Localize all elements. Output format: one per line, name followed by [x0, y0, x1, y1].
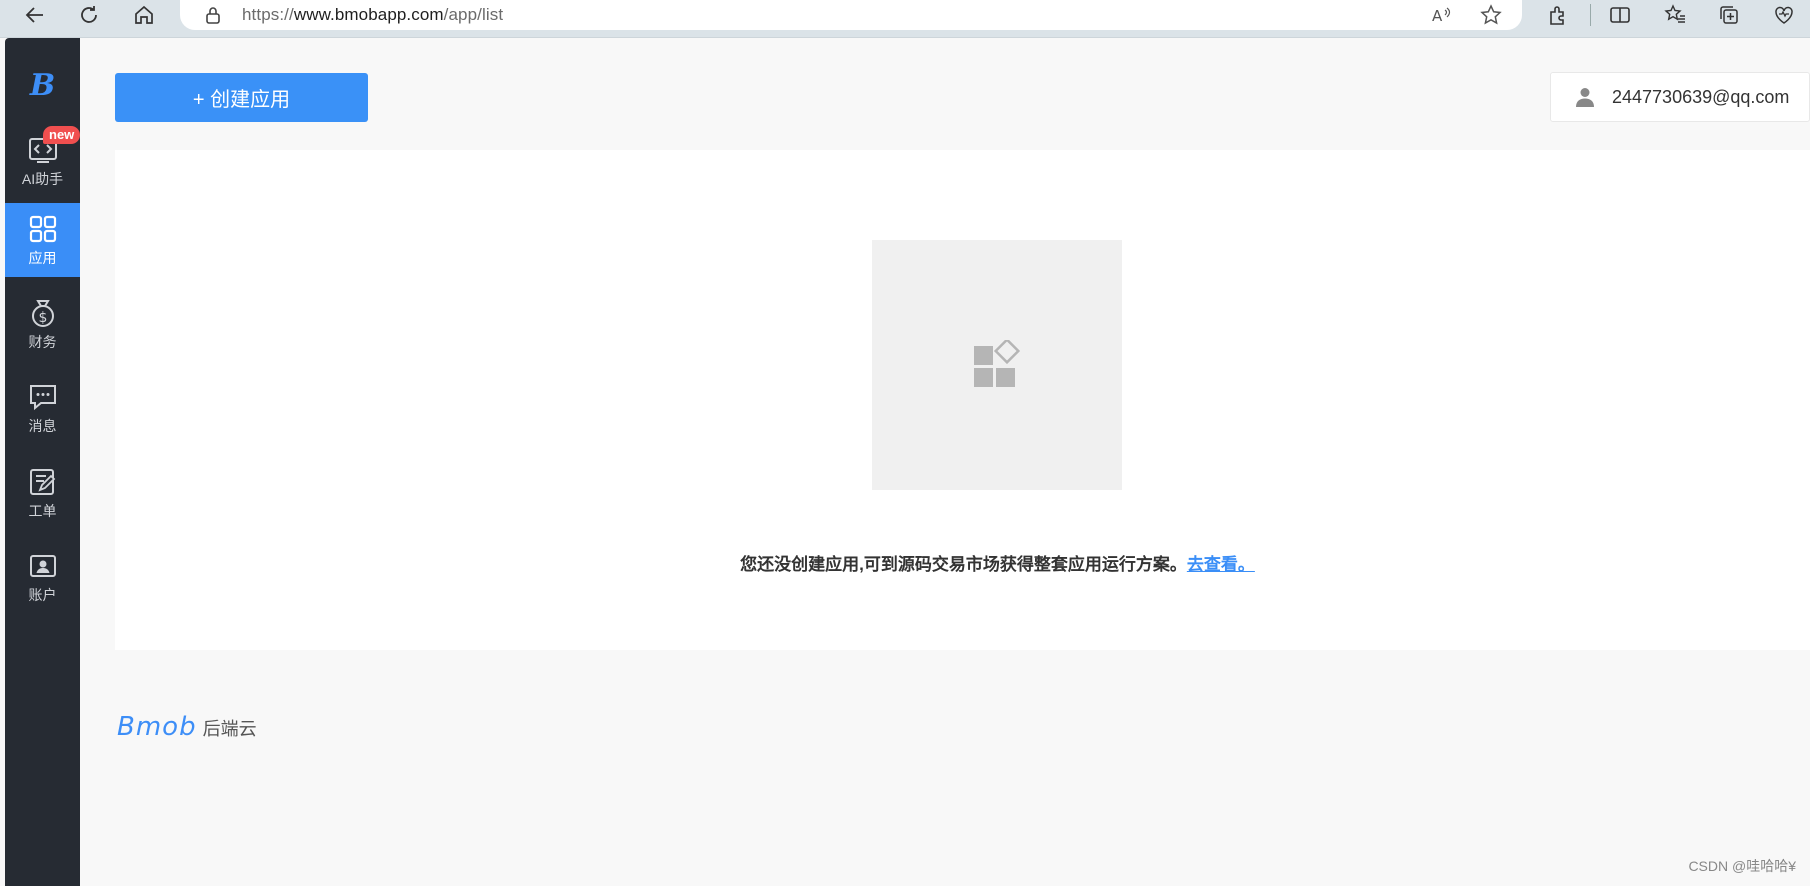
sidebar-item-ai-assistant[interactable]: AI助手 new [5, 124, 81, 198]
new-badge: new [43, 126, 81, 144]
widgets-icon [974, 340, 1021, 387]
sidebar-item-label: 应用 [28, 249, 57, 266]
watermark: CSDN @哇哈哈¥ [1688, 858, 1796, 874]
app-list-panel: 您还没创建应用,可到源码交易市场获得整套应用运行方案。去查看。 [115, 150, 1810, 650]
url-text[interactable]: https://www.bmobapp.com/app/list [242, 5, 503, 25]
browser-toolbar: https://www.bmobapp.com/app/list A [0, 0, 1810, 38]
user-email: 2447730639@qq.com [1612, 86, 1790, 107]
user-icon [1576, 88, 1594, 107]
sidebar-item-label: 消息 [28, 417, 57, 434]
home-icon[interactable] [125, 0, 163, 30]
sidebar-item-finance[interactable]: $ 财务 [5, 287, 80, 361]
svg-text:$: $ [38, 310, 47, 326]
create-app-button[interactable]: + 创建应用 [115, 73, 368, 122]
svg-text:A: A [1432, 7, 1443, 25]
message-icon [29, 384, 56, 410]
sidebar-item-label: 工单 [28, 502, 57, 519]
lock-icon[interactable] [204, 5, 222, 25]
view-market-link[interactable]: 去查看。 [1187, 555, 1255, 574]
bmob-logo[interactable]: B [5, 68, 80, 103]
apps-grid-icon [29, 215, 56, 242]
work-order-icon [29, 468, 55, 495]
toolbar-divider [1590, 4, 1591, 26]
empty-state-text: 您还没创建应用,可到源码交易市场获得整套应用运行方案。 [740, 555, 1187, 574]
refresh-icon[interactable] [70, 0, 108, 30]
sidebar-item-account[interactable]: 账户 [5, 540, 80, 614]
empty-state-message: 您还没创建应用,可到源码交易市场获得整套应用运行方案。去查看。 [115, 550, 1810, 575]
favorite-star-icon[interactable] [1480, 4, 1502, 26]
sidebar-item-label: 财务 [28, 333, 57, 350]
back-icon[interactable] [16, 0, 54, 30]
browser-essentials-icon[interactable] [1765, 0, 1803, 30]
url-path: /app/list [443, 5, 504, 24]
footer-suffix: 后端云 [202, 719, 257, 739]
money-bag-icon: $ [31, 299, 54, 327]
read-aloud-icon[interactable]: A [1430, 4, 1452, 26]
user-menu[interactable]: 2447730639@qq.com [1550, 72, 1810, 122]
split-screen-icon[interactable] [1601, 0, 1639, 30]
sidebar-item-messages[interactable]: 消息 [5, 371, 80, 445]
favorites-icon[interactable] [1656, 0, 1694, 30]
footer-logo: Bmob [117, 712, 197, 742]
sidebar-item-work-orders[interactable]: 工单 [5, 456, 80, 530]
empty-state-image [872, 240, 1122, 490]
url-host: www.bmobapp.com [293, 5, 444, 24]
extensions-icon[interactable] [1539, 0, 1577, 30]
url-scheme: https:// [242, 5, 294, 24]
collections-icon[interactable] [1710, 0, 1748, 30]
sidebar-item-apps[interactable]: 应用 [5, 203, 80, 277]
sidebar-item-label: 账户 [28, 586, 57, 603]
footer-brand: Bmob 后端云 [117, 712, 257, 742]
sidebar: B AI助手 new 应用 $ 财务 消息 工单 账户 [5, 38, 81, 886]
address-bar[interactable]: https://www.bmobapp.com/app/list A [180, 0, 1522, 30]
sidebar-item-label: AI助手 [21, 170, 64, 187]
account-icon [29, 554, 56, 577]
